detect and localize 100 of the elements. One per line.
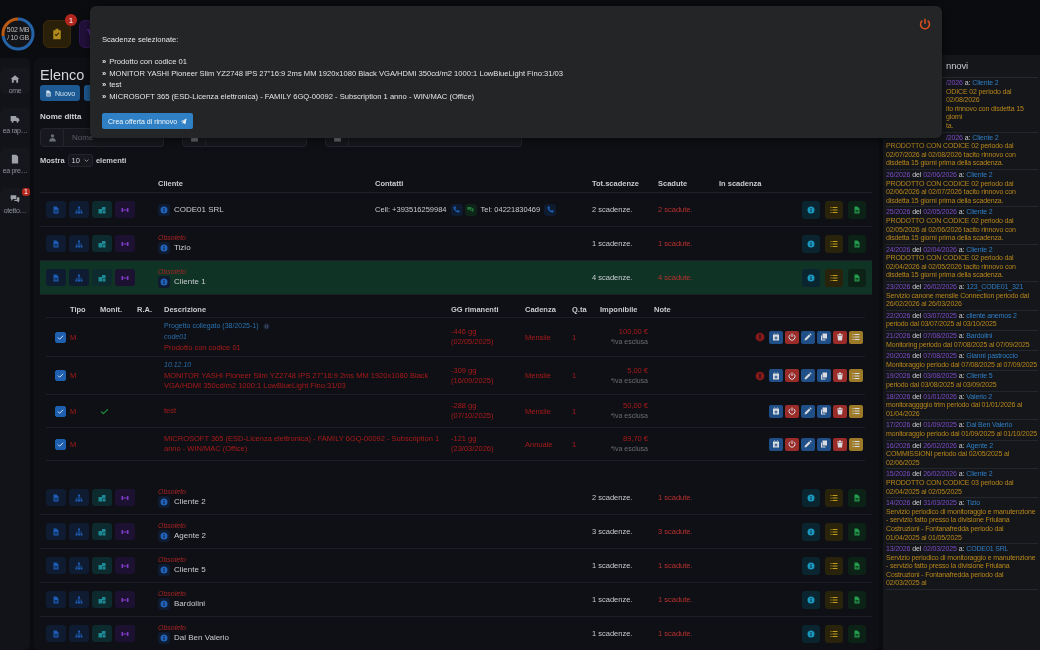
checkbox[interactable] bbox=[55, 438, 66, 450]
boxes-button[interactable] bbox=[92, 489, 112, 506]
delete-button[interactable] bbox=[833, 404, 847, 418]
list-button[interactable] bbox=[825, 556, 843, 575]
dumbbell-icon bbox=[121, 561, 129, 570]
truck-icon bbox=[10, 114, 20, 124]
export-button[interactable] bbox=[848, 200, 866, 219]
export-button[interactable] bbox=[848, 522, 866, 541]
invoice-button[interactable] bbox=[46, 269, 66, 286]
export-button[interactable] bbox=[848, 590, 866, 609]
copy-button[interactable] bbox=[817, 404, 831, 418]
renew-button[interactable] bbox=[769, 330, 783, 344]
details-button[interactable] bbox=[849, 404, 863, 418]
export-button[interactable] bbox=[848, 624, 866, 643]
dumbbell-button[interactable] bbox=[115, 489, 135, 506]
invoice-button[interactable] bbox=[46, 489, 66, 506]
deactivate-button[interactable] bbox=[785, 369, 799, 382]
checkbox[interactable] bbox=[55, 331, 66, 343]
deactivate-button[interactable] bbox=[785, 437, 799, 451]
info-button[interactable] bbox=[802, 488, 820, 507]
details-button[interactable] bbox=[849, 437, 863, 451]
info-button[interactable] bbox=[158, 631, 170, 644]
checkbox[interactable] bbox=[55, 370, 66, 381]
dumbbell-button[interactable] bbox=[115, 557, 135, 574]
renew-button[interactable] bbox=[769, 369, 783, 382]
renew-button[interactable] bbox=[769, 437, 783, 451]
list-button[interactable] bbox=[825, 488, 843, 507]
call-button[interactable] bbox=[544, 203, 557, 216]
list-button[interactable] bbox=[825, 200, 843, 219]
file-icon bbox=[52, 595, 60, 604]
boxes-button[interactable] bbox=[92, 591, 112, 608]
info-button[interactable] bbox=[802, 522, 820, 541]
boxes-icon bbox=[98, 239, 106, 248]
dumbbell-button[interactable] bbox=[115, 591, 135, 608]
list-button[interactable] bbox=[825, 522, 843, 541]
info-button[interactable] bbox=[802, 590, 820, 609]
export-button[interactable] bbox=[848, 268, 866, 287]
file-icon bbox=[853, 561, 861, 570]
delete-button[interactable] bbox=[833, 437, 847, 451]
phone-icon bbox=[453, 206, 461, 213]
boxes-button[interactable] bbox=[92, 523, 112, 540]
edit-button[interactable] bbox=[801, 437, 815, 451]
info-button[interactable] bbox=[158, 275, 170, 288]
network-icon bbox=[75, 205, 83, 214]
invoice-button[interactable] bbox=[46, 201, 66, 218]
boxes-button[interactable] bbox=[92, 235, 112, 252]
power-icon bbox=[788, 371, 796, 380]
info-button[interactable] bbox=[802, 234, 820, 253]
copy-button[interactable] bbox=[817, 330, 831, 344]
tasks-button[interactable] bbox=[43, 20, 71, 48]
deactivate-button[interactable] bbox=[785, 330, 799, 344]
call-button[interactable] bbox=[450, 203, 463, 216]
dumbbell-button[interactable] bbox=[115, 201, 135, 218]
dumbbell-button[interactable] bbox=[115, 523, 135, 540]
check-icon bbox=[57, 407, 64, 415]
details-button[interactable] bbox=[849, 330, 863, 344]
delete-button[interactable] bbox=[833, 369, 847, 382]
copy-button[interactable] bbox=[817, 437, 831, 451]
export-button[interactable] bbox=[848, 556, 866, 575]
power-button[interactable] bbox=[919, 18, 931, 30]
boxes-button[interactable] bbox=[92, 625, 112, 642]
boxes-button[interactable] bbox=[92, 201, 112, 218]
info-button[interactable] bbox=[158, 241, 170, 254]
info-button[interactable] bbox=[158, 495, 170, 508]
list-button[interactable] bbox=[825, 268, 843, 287]
export-button[interactable] bbox=[848, 234, 866, 253]
info-button[interactable] bbox=[158, 203, 170, 216]
list-button[interactable] bbox=[825, 234, 843, 253]
invoice-button[interactable] bbox=[46, 625, 66, 642]
list-button[interactable] bbox=[825, 590, 843, 609]
info-button[interactable] bbox=[802, 624, 820, 643]
edit-button[interactable] bbox=[801, 404, 815, 418]
deactivate-button[interactable] bbox=[785, 404, 799, 418]
boxes-button[interactable] bbox=[92, 269, 112, 286]
info-button[interactable] bbox=[802, 200, 820, 219]
edit-button[interactable] bbox=[801, 369, 815, 382]
client-name: Bardolini bbox=[174, 599, 206, 608]
info-button[interactable] bbox=[158, 597, 170, 610]
dumbbell-button[interactable] bbox=[115, 235, 135, 252]
info-button[interactable] bbox=[802, 556, 820, 575]
edit-button[interactable] bbox=[801, 330, 815, 344]
renew-button[interactable] bbox=[769, 404, 783, 418]
info-button[interactable] bbox=[158, 563, 170, 576]
invoice-button[interactable] bbox=[46, 235, 66, 252]
delete-button[interactable] bbox=[833, 330, 847, 344]
dumbbell-button[interactable] bbox=[115, 625, 135, 642]
copy-button[interactable] bbox=[817, 369, 831, 382]
dumbbell-button[interactable] bbox=[115, 269, 135, 286]
client-name: Tizio bbox=[174, 243, 191, 252]
check-icon bbox=[57, 440, 64, 448]
export-button[interactable] bbox=[848, 488, 866, 507]
boxes-button[interactable] bbox=[92, 557, 112, 574]
invoice-button[interactable] bbox=[46, 557, 66, 574]
info-button[interactable] bbox=[158, 529, 170, 542]
checkbox[interactable] bbox=[55, 405, 66, 417]
chat-button[interactable] bbox=[464, 203, 477, 216]
invoice-button[interactable] bbox=[46, 523, 66, 540]
invoice-button[interactable] bbox=[46, 591, 66, 608]
list-button[interactable] bbox=[825, 624, 843, 643]
info-button[interactable] bbox=[802, 268, 820, 287]
